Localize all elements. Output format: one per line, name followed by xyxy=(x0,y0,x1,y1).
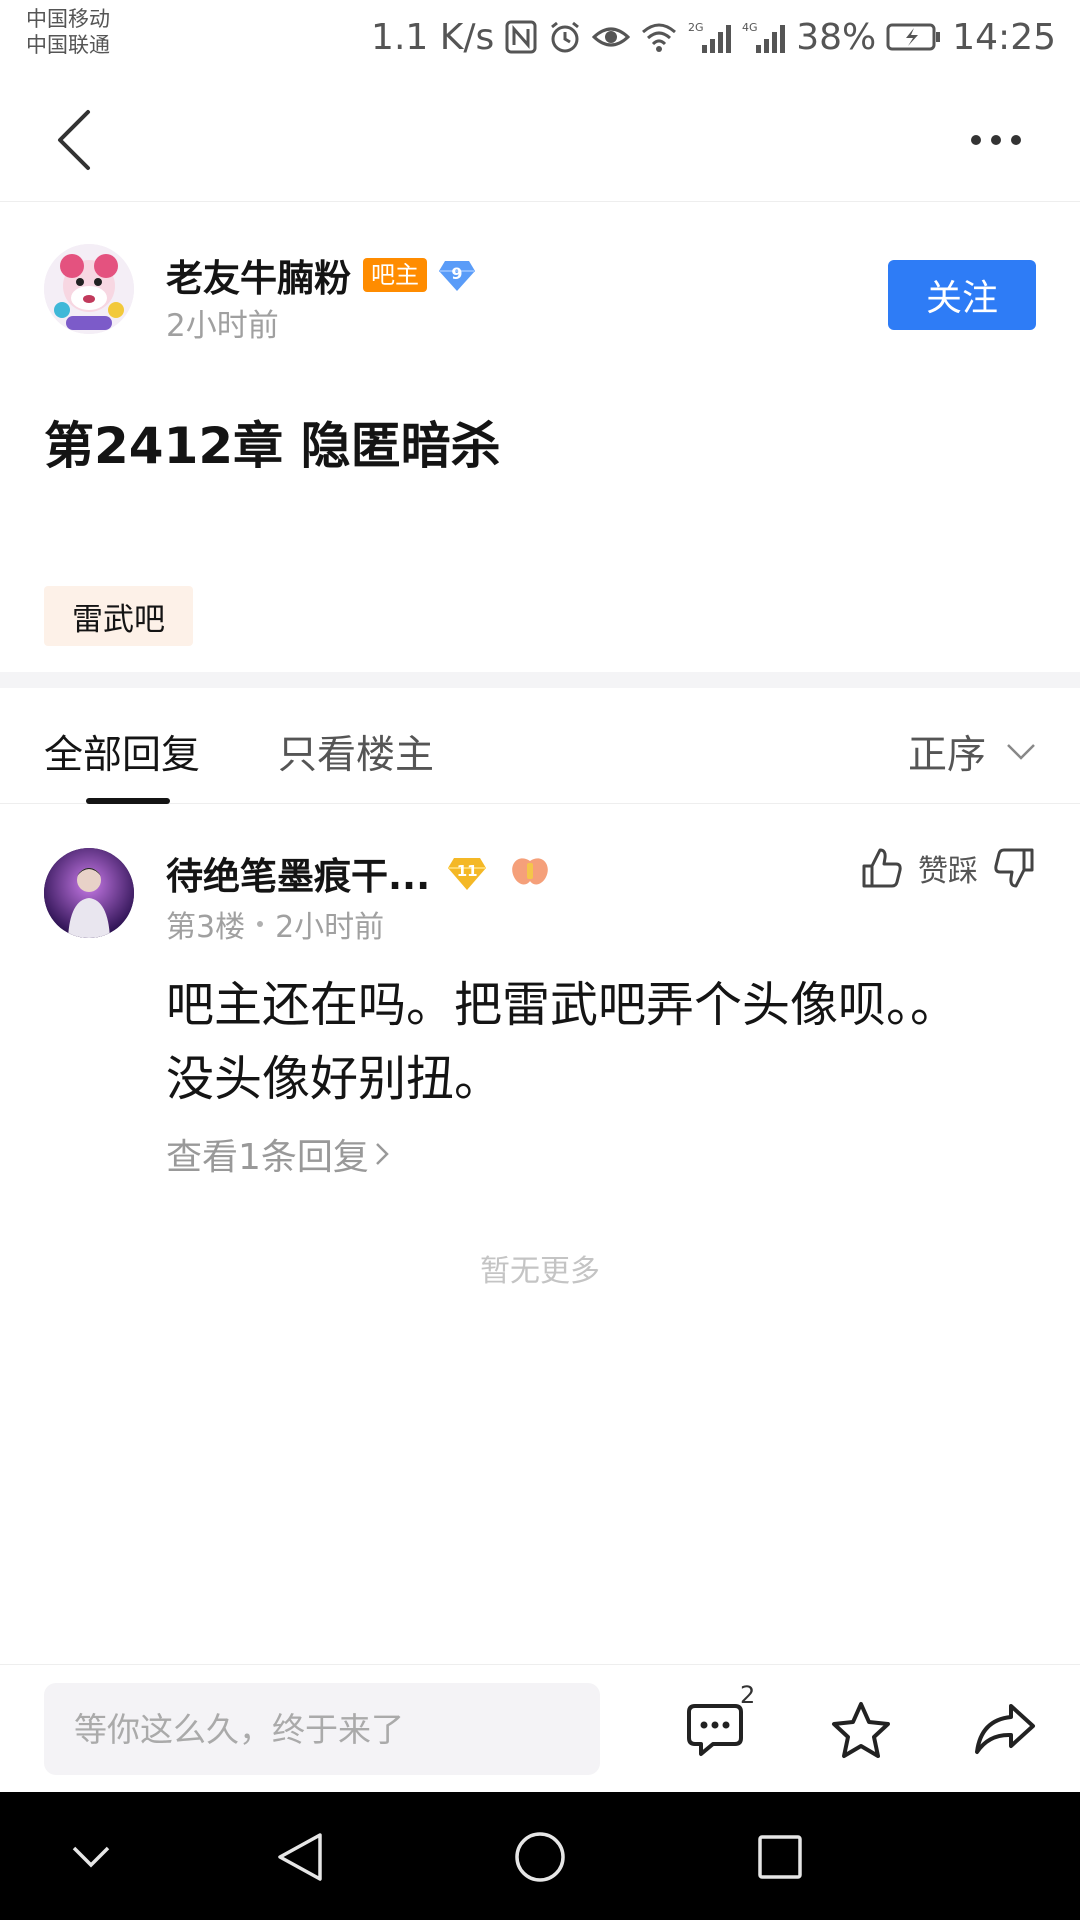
follow-button[interactable]: 关注 xyxy=(888,260,1036,330)
meta-separator xyxy=(257,921,264,927)
nav-recents-button[interactable] xyxy=(745,1822,815,1892)
sort-dropdown[interactable]: 正序 xyxy=(908,724,1036,780)
nav-back-button[interactable] xyxy=(265,1822,335,1892)
vote-label: 赞踩 xyxy=(918,854,978,889)
battery-percent: 38% xyxy=(796,16,877,58)
tab-op-only[interactable]: 只看楼主 xyxy=(278,724,434,780)
system-navigation-bar xyxy=(0,1792,1080,1920)
no-more-text: 暂无更多 xyxy=(480,1254,600,1289)
signal-4g-icon: 4G xyxy=(742,19,786,55)
share-button[interactable] xyxy=(970,1695,1040,1765)
author-name-row: 老友牛腩粉 吧主 9 xyxy=(166,248,477,302)
eye-icon xyxy=(592,19,631,55)
thumbs-up-icon[interactable] xyxy=(860,846,904,890)
alarm-icon xyxy=(548,19,582,55)
comment-icon xyxy=(687,1704,743,1756)
author-name[interactable]: 老友牛腩粉 xyxy=(166,248,351,302)
clock: 14:25 xyxy=(952,16,1056,58)
forum-tag[interactable]: 雷武吧 xyxy=(44,586,193,646)
carrier-1: 中国移动 xyxy=(26,7,110,31)
author-level: 9 xyxy=(451,264,463,283)
vote-controls: 赞踩 xyxy=(860,846,1036,890)
more-options-button[interactable] xyxy=(956,110,1036,170)
circle-home-icon xyxy=(515,1832,565,1882)
reply-meta: 第3楼 2小时前 xyxy=(166,902,384,946)
reply-time: 2小时前 xyxy=(275,910,385,945)
status-bar: 中国移动 中国联通 1.1 K/s 2G 4G 38% 14:25 xyxy=(0,0,1080,80)
reply-item: 待绝笔墨痕干... 11 第3楼 2小时前 赞踩 吧主还在吗。把雷武吧弄个头像呗… xyxy=(0,846,1080,1178)
share-icon xyxy=(975,1704,1035,1754)
carrier-2: 中国联通 xyxy=(26,33,110,57)
honor-badge-icon xyxy=(508,855,552,891)
back-button[interactable] xyxy=(54,102,124,178)
post-author: 老友牛腩粉 吧主 9 2小时前 关注 xyxy=(0,244,1080,344)
signal-2g-label: 2G xyxy=(688,21,704,34)
post-time: 2小时前 xyxy=(166,308,279,344)
author-avatar[interactable] xyxy=(44,244,134,334)
nav-home-button[interactable] xyxy=(505,1822,575,1892)
favorite-button[interactable] xyxy=(826,1695,896,1765)
more-dots-icon xyxy=(971,135,981,145)
bottom-action-bar: 2 xyxy=(0,1664,1080,1792)
reply-tabs: 全部回复 只看楼主 正序 xyxy=(0,688,1080,804)
chevron-down-icon xyxy=(72,1846,110,1868)
nfc-icon xyxy=(504,19,538,55)
comment-count: 2 xyxy=(740,1681,756,1709)
level-diamond-icon: 11 xyxy=(446,854,488,892)
net-speed: 1.1 K/s xyxy=(371,16,495,58)
reply-input[interactable] xyxy=(44,1683,600,1775)
thumbs-down-icon[interactable] xyxy=(992,846,1036,890)
wifi-icon xyxy=(640,20,678,54)
forum-owner-badge: 吧主 xyxy=(363,258,427,292)
reply-floor: 第3楼 xyxy=(166,910,246,945)
signal-2g-icon: 2G xyxy=(688,19,732,55)
triangle-back-icon xyxy=(278,1833,322,1881)
carrier-info: 中国移动 中国联通 xyxy=(26,6,110,58)
chevron-left-icon xyxy=(58,110,90,170)
chevron-down-icon xyxy=(1007,744,1035,760)
section-divider xyxy=(0,672,1080,688)
level-gem-icon: 9 xyxy=(437,257,477,293)
star-icon xyxy=(832,1702,890,1758)
chevron-right-icon xyxy=(376,1143,389,1165)
battery-charging-icon xyxy=(886,22,942,52)
nav-dismiss-button[interactable] xyxy=(56,1822,126,1892)
reply-user-name[interactable]: 待绝笔墨痕干... xyxy=(166,846,430,900)
square-recents-icon xyxy=(758,1835,802,1879)
sort-label: 正序 xyxy=(907,733,986,778)
reply-name-row: 待绝笔墨痕干... 11 xyxy=(166,846,552,900)
view-sub-replies-link[interactable]: 查看1条回复 xyxy=(166,1128,389,1180)
signal-4g-label: 4G xyxy=(742,21,758,34)
tab-all-replies[interactable]: 全部回复 xyxy=(44,724,200,780)
status-indicators: 1.1 K/s 2G 4G 38% 14:25 xyxy=(371,12,1056,62)
reply-user-level: 11 xyxy=(456,862,478,880)
reply-user-avatar[interactable] xyxy=(44,848,134,938)
post-title: 第2412章 隐匿暗杀 xyxy=(44,417,501,475)
view-sub-replies-label: 查看1条回复 xyxy=(166,1137,369,1178)
active-tab-indicator xyxy=(86,798,170,804)
nav-bar xyxy=(0,80,1080,202)
reply-content: 吧主还在吗。把雷武吧弄个头像呗。。没头像好别扭。 xyxy=(166,977,959,1107)
